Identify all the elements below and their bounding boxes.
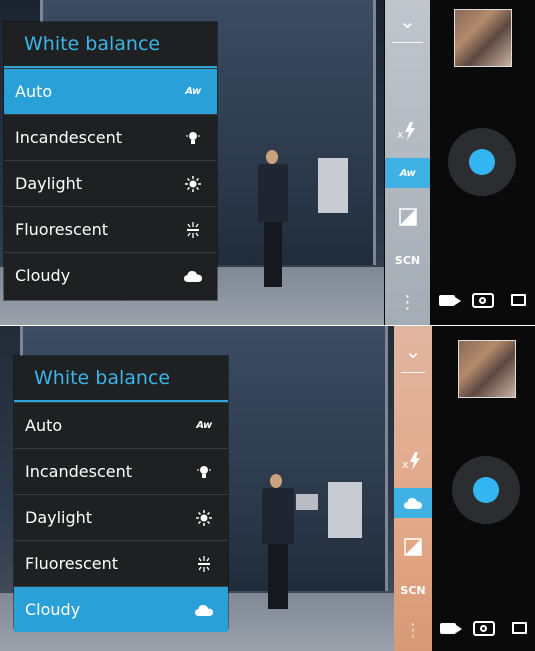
option-label: Incandescent [25, 462, 132, 481]
white-balance-button[interactable] [394, 488, 432, 518]
last-photo-thumbnail[interactable] [454, 9, 512, 67]
exposure-icon [404, 538, 422, 556]
wb-option-incandescent[interactable]: Incandescent [4, 114, 217, 160]
camera-mode-icon[interactable] [472, 620, 495, 636]
incandescent-bulb-icon [194, 462, 214, 482]
controls-divider [401, 372, 425, 373]
svg-text:x: x [402, 458, 409, 471]
incandescent-bulb-icon [183, 128, 203, 148]
camera-controls-column: ⌄ x SCN ⋮ [394, 326, 432, 651]
collapse-controls-button[interactable]: ⌄ [394, 338, 432, 364]
option-label: Daylight [15, 174, 83, 193]
fluorescent-icon [194, 554, 214, 574]
wb-option-auto[interactable]: Auto Aw [4, 68, 217, 114]
shutter-dot [473, 477, 499, 503]
wb-option-auto[interactable]: Auto Aw [14, 402, 228, 448]
scene-mode-button[interactable]: SCN [385, 248, 430, 272]
chevron-down-icon: ⌄ [399, 9, 416, 33]
option-label: Daylight [25, 508, 93, 527]
flash-mode-button[interactable]: x [385, 116, 430, 146]
panorama-mode-icon[interactable] [511, 622, 527, 634]
white-balance-menu: White balance Auto Aw Incandescent Dayli… [4, 22, 217, 300]
cloud-icon [194, 600, 214, 620]
more-vertical-icon: ⋮ [398, 291, 417, 313]
wb-option-fluorescent[interactable]: Fluorescent [4, 206, 217, 252]
video-mode-icon[interactable] [438, 294, 461, 306]
option-label: Cloudy [25, 600, 81, 619]
auto-wb-icon: Aw [196, 420, 212, 431]
sun-icon [183, 174, 203, 194]
wb-option-incandescent[interactable]: Incandescent [14, 448, 228, 494]
flash-off-icon: x [397, 122, 415, 141]
exposure-icon [398, 208, 417, 226]
capture-mode-switcher [432, 616, 535, 640]
more-options-button[interactable]: ⋮ [385, 290, 430, 314]
option-label: Fluorescent [15, 220, 109, 239]
more-options-button[interactable]: ⋮ [394, 618, 432, 642]
option-label: Cloudy [15, 266, 71, 285]
menu-title: White balance [4, 22, 217, 68]
video-mode-icon[interactable] [440, 622, 463, 634]
fluorescent-icon [183, 220, 203, 240]
flash-off-icon: x [402, 452, 420, 471]
white-balance-menu: White balance Auto Aw Incandescent Dayli… [14, 356, 228, 632]
svg-text:x: x [397, 128, 404, 141]
camera-mode-icon[interactable] [471, 292, 494, 308]
window-sign [328, 482, 362, 538]
auto-wb-icon: Aw [185, 86, 201, 97]
sun-icon [194, 508, 214, 528]
menu-title: White balance [14, 356, 228, 402]
exposure-button[interactable] [385, 202, 430, 232]
wb-option-fluorescent[interactable]: Fluorescent [14, 540, 228, 586]
auto-wb-icon: Aw [399, 167, 416, 179]
camera-side-panel [430, 0, 535, 325]
camera-controls-column: ⌄ x Aw SCN ⋮ [385, 0, 430, 325]
flash-mode-button[interactable]: x [394, 446, 432, 476]
scene-mode-button[interactable]: SCN [394, 578, 432, 602]
camera-side-panel [432, 326, 535, 651]
controls-divider [392, 42, 423, 43]
last-photo-thumbnail[interactable] [458, 340, 516, 398]
panorama-mode-icon[interactable] [511, 294, 527, 306]
option-label: Incandescent [15, 128, 122, 147]
option-label: Fluorescent [25, 554, 119, 573]
capture-mode-switcher [430, 288, 535, 312]
option-label: Auto [15, 82, 53, 101]
exposure-button[interactable] [394, 532, 432, 562]
camera-screen-bottom: White balance Auto Aw Incandescent Dayli… [0, 326, 535, 651]
shutter-button[interactable] [452, 456, 520, 524]
shutter-button[interactable] [448, 128, 516, 196]
wb-option-daylight[interactable]: Daylight [14, 494, 228, 540]
cloud-icon [404, 498, 422, 509]
cloud-icon [183, 266, 203, 286]
shutter-dot [469, 149, 495, 175]
window-sign-small [296, 494, 318, 510]
chevron-down-icon: ⌄ [404, 339, 422, 363]
more-vertical-icon: ⋮ [404, 619, 422, 641]
collapse-controls-button[interactable]: ⌄ [385, 8, 430, 34]
window-sign [318, 158, 348, 213]
wb-option-cloudy[interactable]: Cloudy [4, 252, 217, 298]
wb-option-daylight[interactable]: Daylight [4, 160, 217, 206]
camera-screen-top: White balance Auto Aw Incandescent Dayli… [0, 0, 535, 325]
wb-option-cloudy[interactable]: Cloudy [14, 586, 228, 632]
white-balance-button[interactable]: Aw [385, 158, 430, 188]
option-label: Auto [25, 416, 63, 435]
